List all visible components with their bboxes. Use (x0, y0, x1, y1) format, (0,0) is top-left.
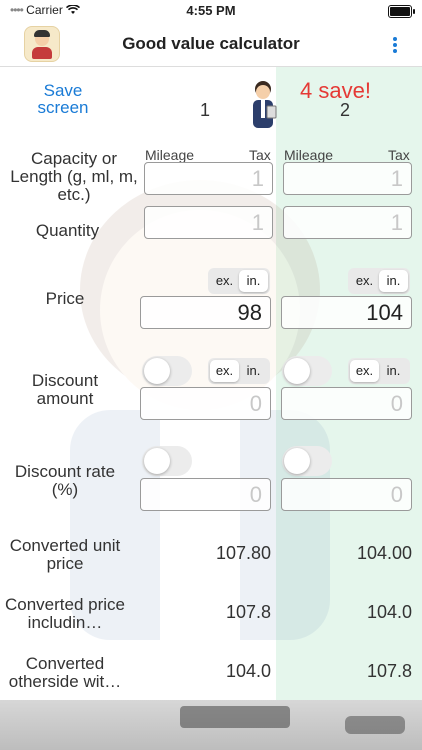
discount-amount-field-2[interactable]: 0 (281, 387, 412, 420)
price-field-2[interactable]: 104 (281, 296, 412, 329)
tax-label-1: Tax (249, 147, 271, 163)
discount-rate-field-2[interactable]: 0 (281, 478, 412, 511)
converted-price-including-2: 104.0 (366, 602, 412, 622)
capacity-label: Capacity or Length (g, ml, m, etc.) (10, 149, 138, 204)
shopkeeper-icon (253, 81, 277, 128)
price-ex-option-2[interactable]: ex. (350, 270, 379, 292)
price-field-1[interactable]: 98 (140, 296, 271, 329)
quantity-field-2[interactable]: 1 (283, 206, 412, 239)
status-time: 4:55 PM (186, 3, 236, 18)
price-in-option-2[interactable]: in. (379, 270, 408, 292)
capacity-field-2[interactable]: 1 (283, 162, 412, 195)
price-in-option-1[interactable]: in. (239, 270, 268, 292)
savings-label: 4 save! (300, 78, 371, 103)
price-ex-option-1[interactable]: ex. (210, 270, 239, 292)
save-screen-label: Save screen (37, 81, 89, 117)
column-1-number: 1 (200, 100, 211, 120)
bottom-banner[interactable] (0, 700, 422, 750)
converted-price-including-1: 107.8 (225, 602, 271, 622)
discount-ex-option-2[interactable]: ex. (350, 360, 379, 382)
status-bar: •••• Carrier 4:55 PM (0, 0, 422, 22)
discount-in-option-2[interactable]: in. (379, 360, 408, 382)
converted-otherside-1: 104.0 (225, 661, 271, 681)
discount-amount-field-1[interactable]: 0 (140, 387, 271, 420)
capacity-field-1[interactable]: 1 (144, 162, 273, 195)
converted-otherside-label: Converted otherside wit… (8, 654, 122, 691)
converted-unit-price-2: 104.00 (356, 543, 412, 563)
discount-rate-toggle-2[interactable] (282, 446, 332, 476)
discount-in-option-1[interactable]: in. (239, 360, 268, 382)
save-screen-button[interactable]: Save screen (30, 82, 96, 116)
column-2-number: 2 (340, 100, 351, 120)
converted-otherside-2: 107.8 (366, 661, 412, 681)
converted-price-including-label: Converted price includin… (4, 595, 125, 632)
price-label: Price (45, 289, 85, 308)
price-tax-segment-1: ex. in. (208, 268, 270, 294)
price-tax-segment-2: ex. in. (348, 268, 410, 294)
tax-label-2: Tax (388, 147, 410, 163)
discount-ex-option-1[interactable]: ex. (210, 360, 239, 382)
discount-amount-toggle-2[interactable] (282, 356, 332, 386)
mileage-label-1: Mileage (145, 147, 195, 163)
page-title: Good value calculator (122, 34, 300, 53)
nav-bar: Good value calculator (0, 22, 422, 67)
discount-amount-toggle-1[interactable] (142, 356, 192, 386)
discount-amount-label: Discount amount (31, 371, 99, 408)
discount-tax-segment-1: ex. in. (208, 358, 270, 384)
discount-rate-field-1[interactable]: 0 (140, 478, 271, 511)
discount-rate-toggle-1[interactable] (142, 446, 192, 476)
quantity-label: Quantity (35, 221, 100, 240)
mileage-label-2: Mileage (284, 147, 334, 163)
converted-unit-price-1: 107.80 (215, 543, 271, 563)
quantity-field-1[interactable]: 1 (144, 206, 273, 239)
converted-unit-price-label: Converted unit price (9, 536, 121, 573)
more-vertical-icon[interactable] (386, 32, 404, 58)
discount-tax-segment-2: ex. in. (348, 358, 410, 384)
battery-icon (388, 5, 415, 18)
discount-rate-label: Discount rate (%) (14, 462, 116, 499)
